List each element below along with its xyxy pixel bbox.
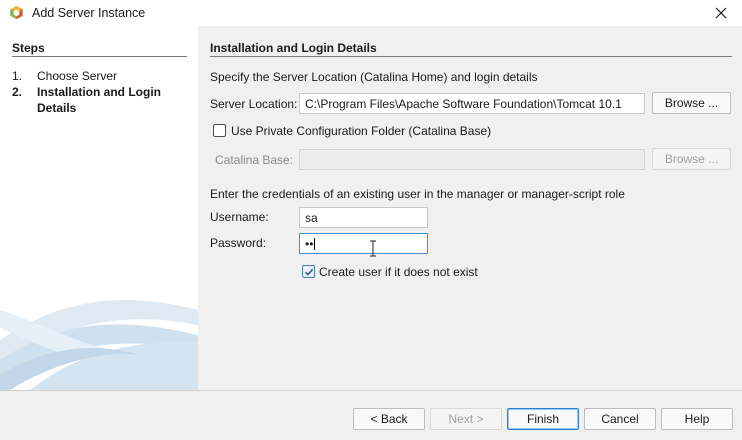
- checkmark-icon: [305, 268, 314, 276]
- create-user-checkbox[interactable]: [302, 265, 315, 278]
- title-bar: Add Server Instance: [0, 0, 742, 26]
- section-divider: [210, 56, 732, 57]
- step-number: 2.: [12, 85, 23, 99]
- catalina-base-label: Catalina Base:: [215, 153, 294, 167]
- help-button[interactable]: Help: [661, 408, 733, 430]
- step-label: Choose Server: [37, 69, 118, 83]
- content-panel: Installation and Login Details Specify t…: [198, 26, 742, 390]
- close-icon[interactable]: [712, 4, 730, 22]
- text-caret: [314, 238, 316, 250]
- intro-text: Specify the Server Location (Catalina Ho…: [210, 70, 538, 84]
- username-label: Username:: [210, 210, 269, 224]
- password-masked-value: ••: [305, 237, 314, 251]
- window-title: Add Server Instance: [32, 6, 146, 20]
- server-location-label: Server Location:: [210, 97, 298, 111]
- step-number: 1.: [12, 69, 23, 83]
- decorative-swoosh-graphic: [0, 300, 198, 390]
- browse-catalina-base-button[interactable]: Browse ...: [652, 148, 731, 170]
- cancel-button[interactable]: Cancel: [584, 408, 656, 430]
- catalina-base-input[interactable]: [299, 149, 645, 170]
- server-location-input[interactable]: C:\Program Files\Apache Software Foundat…: [299, 93, 645, 114]
- browse-server-location-button[interactable]: Browse ...: [652, 92, 731, 114]
- back-button[interactable]: < Back: [353, 408, 425, 430]
- password-input[interactable]: ••: [299, 233, 428, 254]
- netbeans-cube-icon: [10, 5, 23, 20]
- credentials-intro-text: Enter the credentials of an existing use…: [210, 187, 625, 201]
- private-config-label: Use Private Configuration Folder (Catali…: [231, 124, 492, 138]
- steps-divider: [12, 56, 187, 57]
- ibeam-cursor-icon: [370, 240, 376, 257]
- username-input[interactable]: sa: [299, 207, 428, 228]
- next-button[interactable]: Next >: [430, 408, 502, 430]
- button-bar: < Back Next > Finish Cancel Help: [0, 391, 742, 440]
- step-label: Installation and Login Details: [37, 85, 161, 115]
- finish-button[interactable]: Finish: [507, 408, 579, 430]
- private-config-checkbox[interactable]: [213, 124, 226, 137]
- section-title: Installation and Login Details: [210, 41, 377, 55]
- steps-panel: Steps 1. Choose Server 2. Installation a…: [0, 26, 198, 390]
- create-user-label: Create user if it does not exist: [319, 265, 478, 279]
- steps-title: Steps: [12, 41, 45, 55]
- password-label: Password:: [210, 236, 267, 250]
